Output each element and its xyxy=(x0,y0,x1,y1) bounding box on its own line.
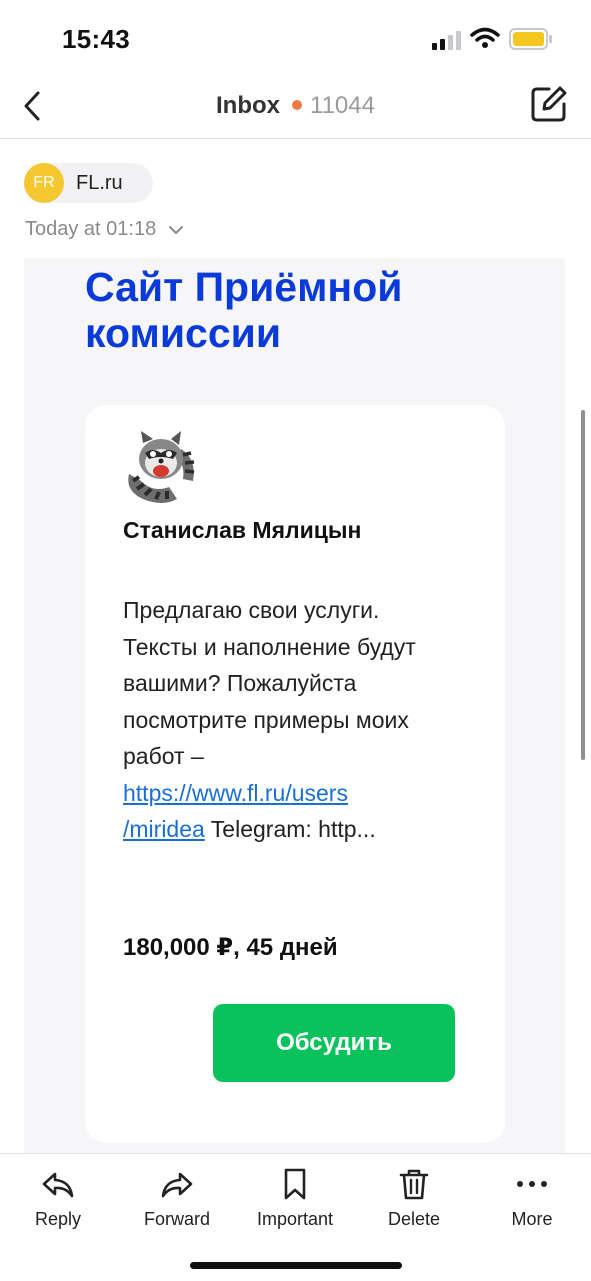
important-label: Important xyxy=(256,1209,334,1229)
nav-title: Inbox 11044 xyxy=(0,92,591,120)
reply-icon xyxy=(42,1172,74,1198)
scrollbar[interactable] xyxy=(581,410,585,760)
wifi-icon xyxy=(470,27,500,48)
more-label: More xyxy=(511,1209,553,1229)
description-text: Предлагаю свои услуги. Тексты и наполнен… xyxy=(123,597,416,769)
offer-card: Станислав Мялицын Предлагаю свои услуги.… xyxy=(85,405,505,1143)
offer-price: 180,000 ₽, 45 дней xyxy=(123,934,338,961)
reply-label: Reply xyxy=(34,1209,82,1229)
received-date: Today at 01:18 xyxy=(25,218,157,240)
unread-count: 11044 xyxy=(310,92,375,119)
compose-icon[interactable] xyxy=(529,84,569,124)
status-bar: 15:43 xyxy=(0,0,591,78)
bookmark-icon xyxy=(284,1168,306,1200)
reply-button[interactable]: Reply xyxy=(3,1166,113,1230)
forward-icon xyxy=(161,1172,193,1198)
home-indicator[interactable] xyxy=(190,1262,402,1269)
date-row[interactable]: Today at 01:18 xyxy=(25,218,184,241)
portfolio-link-part2: /miridea xyxy=(123,816,205,842)
nav-bar: Inbox 11044 xyxy=(0,78,591,139)
offer-description: Предлагаю свои услуги. Тексты и наполнен… xyxy=(123,592,423,848)
email-headline: Сайт Приёмной комиссии xyxy=(85,264,403,356)
more-button[interactable]: More xyxy=(477,1166,587,1230)
trash-icon xyxy=(399,1169,429,1200)
chevron-down-icon xyxy=(168,225,183,235)
signal-icon xyxy=(432,31,461,50)
delete-label: Delete xyxy=(387,1209,441,1229)
discuss-button[interactable]: Обсудить xyxy=(213,1004,455,1082)
sender-avatar: FR xyxy=(24,163,64,203)
unread-dot xyxy=(292,100,303,111)
inbox-title: Inbox xyxy=(216,92,281,119)
author-name: Станислав Мялицын xyxy=(123,517,362,543)
more-icon xyxy=(517,1181,547,1187)
sender-name: FL.ru xyxy=(76,172,123,194)
battery-icon xyxy=(509,28,552,50)
status-time: 15:43 xyxy=(62,24,130,54)
sender-chip[interactable]: FR FL.ru xyxy=(24,163,153,203)
forward-button[interactable]: Forward xyxy=(122,1166,232,1230)
forward-label: Forward xyxy=(143,1209,210,1229)
delete-button[interactable]: Delete xyxy=(359,1166,469,1230)
raccoon-mascot-icon xyxy=(128,431,195,503)
important-button[interactable]: Important xyxy=(240,1166,350,1230)
portfolio-link-part1: https://www.fl.ru/users xyxy=(123,779,348,806)
email-body: Сайт Приёмной комиссии Станислав Мялицын… xyxy=(24,258,565,1153)
description-tail: Telegram: http... xyxy=(210,816,376,842)
